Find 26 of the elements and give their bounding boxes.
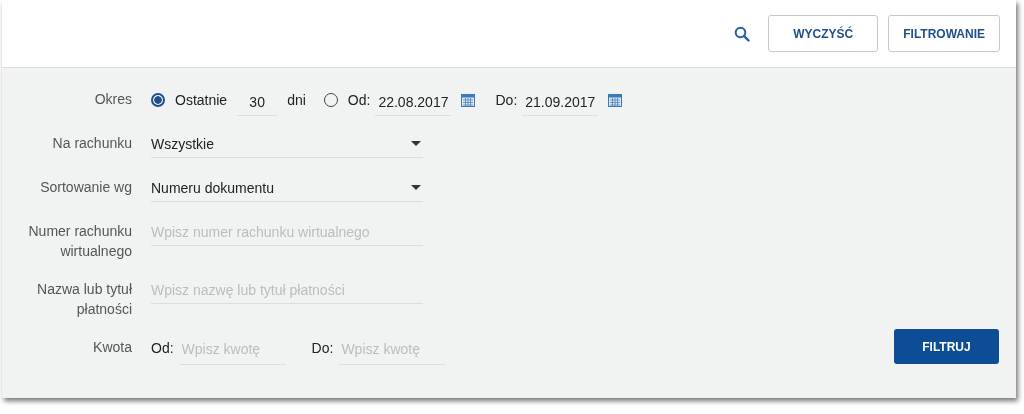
- filter-button[interactable]: FILTRUJ: [894, 329, 999, 364]
- calendar-icon[interactable]: [608, 93, 623, 107]
- from-label: Od:: [347, 92, 371, 108]
- date-field[interactable]: 21.09.2017: [522, 92, 599, 116]
- field-label: Okres: [93, 90, 132, 109]
- date-field[interactable]: 22.08.2017: [375, 92, 452, 116]
- days-field[interactable]: 30: [237, 92, 278, 116]
- field-label: Nazwa lub tytuł płatności: [36, 280, 132, 319]
- to-label: Do:: [495, 92, 518, 108]
- caret-icon: [411, 141, 421, 146]
- dropdown-field[interactable]: Wszystkie: [151, 130, 423, 158]
- field-label: Na rachunku: [51, 134, 132, 153]
- calendar-icon[interactable]: [461, 93, 476, 107]
- unit-label: dni: [287, 92, 306, 108]
- caret-icon: [411, 185, 421, 190]
- from-label: Od:: [151, 340, 174, 356]
- toolbar-button[interactable]: WYCZYŚĆ: [768, 15, 879, 52]
- radio-button[interactable]: [151, 93, 165, 107]
- field-label: Sortowanie wg: [39, 178, 132, 197]
- field-label: Numer rachunku wirtualnego: [27, 222, 132, 261]
- radio-label: Ostatnie: [175, 92, 228, 108]
- toolbar-button[interactable]: FILTROWANIE: [888, 15, 1000, 52]
- dropdown-field[interactable]: Numeru dokumentu: [151, 174, 423, 202]
- search-icon[interactable]: [734, 25, 751, 42]
- field-label: Kwota: [92, 338, 132, 357]
- to-label: Do:: [311, 340, 334, 356]
